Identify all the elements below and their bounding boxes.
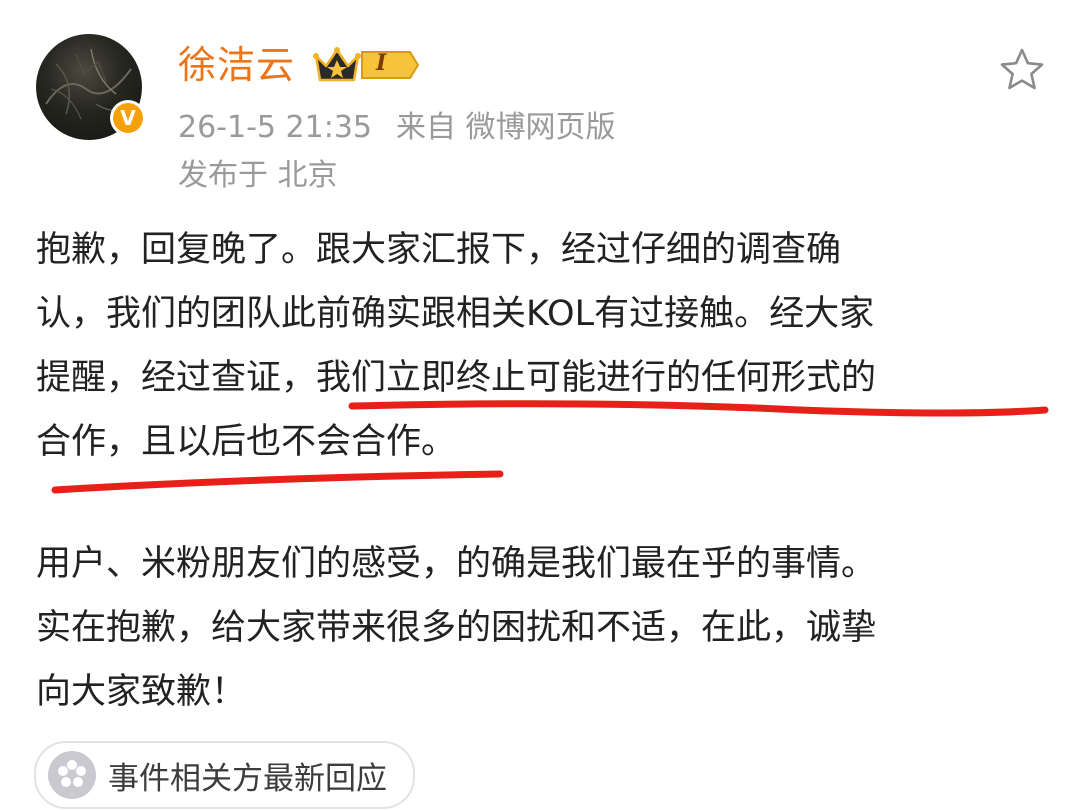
text-line: 认，我们的团队此前确实跟相关KOL有过接触。经大家 [36,294,875,334]
event-tag-button[interactable]: 事件相关方最新回应 [34,741,415,809]
badge-level: I [376,50,387,76]
author-name[interactable]: 徐洁云 [178,40,295,90]
star-outline-icon [1000,48,1044,90]
text-line: 提醒，经过查证，我们立即终止可能进行的任何形式的 [36,358,877,398]
post-source[interactable]: 来自 微博网页版 [396,110,616,145]
text-line: 抱歉，回复晚了。跟大家汇报下，经过仔细的调查确 [36,230,842,270]
text-line: 合作，且以后也不会合作。 [36,422,457,462]
crown-badge[interactable]: I [310,44,420,86]
text-line: 用户、米粉朋友们的感受，的确是我们最在乎的事情。 [36,544,877,584]
post-meta-time: 26-1-5 21:35 来自 微博网页版 [178,108,616,148]
crown-icon [313,47,420,82]
post-paragraph-2: 用户、米粉朋友们的感受，的确是我们最在乎的事情。 实在抱歉，给大家带来很多的困扰… [36,532,1046,724]
verified-v-icon: V [110,100,146,136]
event-tag-label: 事件相关方最新回应 [108,760,387,797]
text-line: 实在抱歉，给大家带来很多的困扰和不适，在此，诚挚 [36,608,877,648]
post-location: 发布于 北京 [178,158,338,193]
avatar-container[interactable]: V [36,34,146,140]
flower-icon [48,751,96,799]
text-line: 向大家致歉！ [36,672,247,712]
post-paragraph-1: 抱歉，回复晚了。跟大家汇报下，经过仔细的调查确 认，我们的团队此前确实跟相关KO… [36,218,1046,474]
favorite-button[interactable] [998,46,1046,94]
post-time: 26-1-5 21:35 [178,110,372,145]
verified-mark: V [113,103,143,133]
underline-stroke-2 [51,470,504,494]
